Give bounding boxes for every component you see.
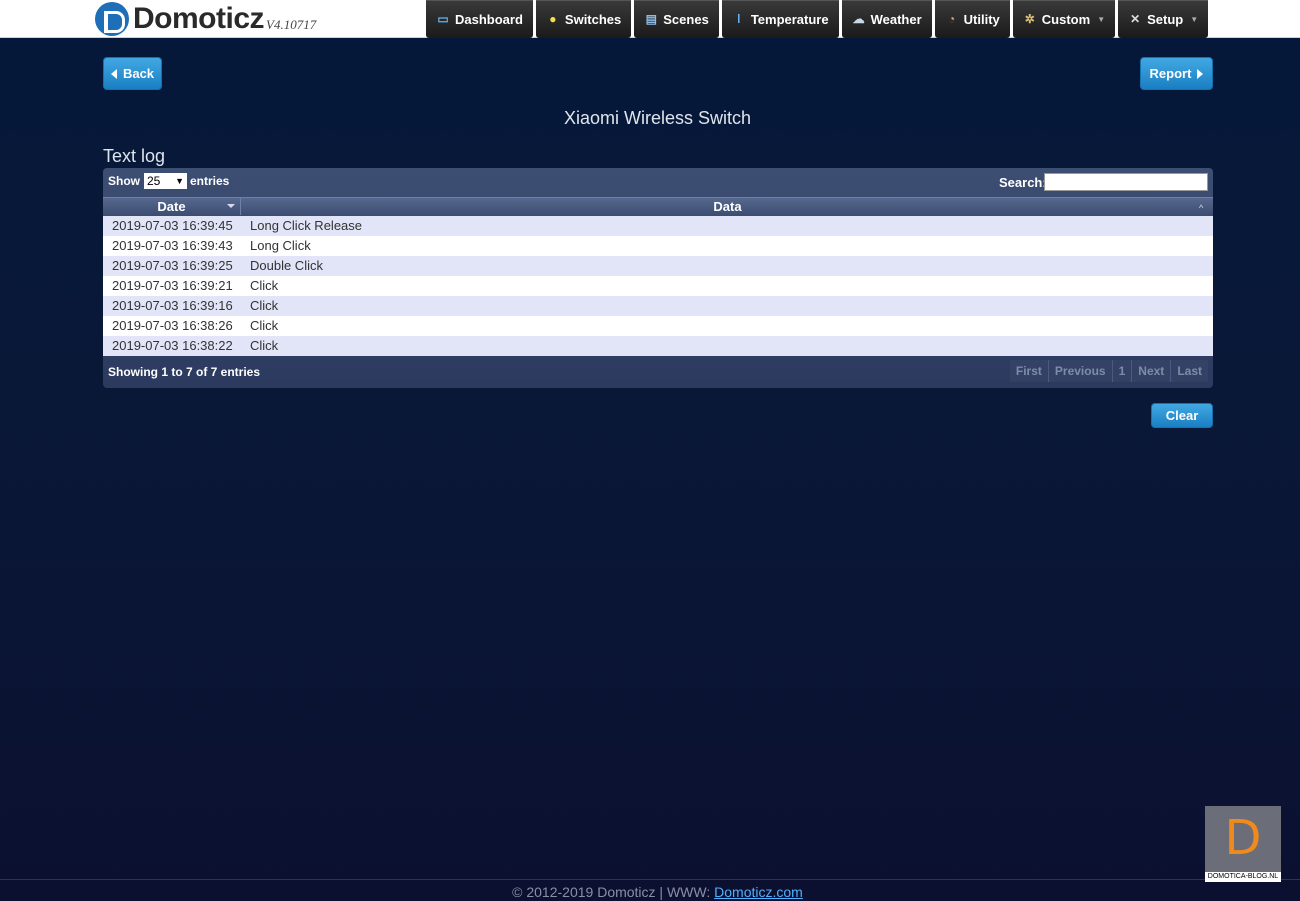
table-info: Showing 1 to 7 of 7 entries [108, 365, 261, 379]
scenes-icon: ▤ [645, 12, 657, 26]
report-button-label: Report [1149, 66, 1192, 81]
logo[interactable]: Domoticz V4.10717 [95, 2, 316, 36]
column-header-label: Data [713, 199, 742, 214]
footer-link[interactable]: Domoticz.com [714, 884, 803, 900]
thermometer-icon: ǀ [737, 12, 741, 26]
arrow-left-icon [110, 68, 117, 79]
nav-scenes[interactable]: ▤ Scenes [634, 0, 719, 38]
gear-icon: ✲ [1024, 12, 1035, 26]
column-header-date[interactable]: Date [103, 198, 241, 215]
nav-dashboard[interactable]: ▭ Dashboard [426, 0, 533, 38]
watermark-logo: D DOMOTICA-BLOG.NL [1205, 806, 1281, 882]
table-row[interactable]: 2019-07-03 16:39:21 Click [103, 276, 1213, 296]
logo-name: Domoticz [133, 2, 265, 35]
show-label: Show [108, 174, 140, 188]
table-row[interactable]: 2019-07-03 16:39:45 Long Click Release [103, 216, 1213, 236]
nav-temperature[interactable]: ǀ Temperature [721, 0, 839, 38]
nav-label: Custom [1041, 11, 1091, 27]
cell-date: 2019-07-03 16:39:25 [112, 258, 233, 273]
nav-weather[interactable]: ☁ Weather [841, 0, 932, 38]
search-label: Search: [999, 175, 1047, 190]
table-row[interactable]: 2019-07-03 16:39:43 Long Click [103, 236, 1213, 256]
nav-label: Scenes [663, 11, 709, 27]
cell-data: Long Click Release [250, 218, 363, 233]
table-header: Date Data ^ [103, 197, 1213, 216]
watermark-text: DOMOTICA-BLOG.NL [1205, 872, 1281, 882]
cell-data: Click [250, 278, 279, 293]
sort-asc-icon: ^ [1199, 203, 1204, 213]
main-nav: ▭ Dashboard ● Switches ▤ Scenes ǀ Temper… [426, 0, 1209, 38]
top-bar: Domoticz V4.10717 ▭ Dashboard ● Switches… [0, 0, 1300, 38]
back-button[interactable]: Back [103, 57, 162, 90]
nav-label: Dashboard [455, 11, 523, 27]
report-button[interactable]: Report [1140, 57, 1213, 90]
cloud-rain-icon: ☁ [852, 12, 865, 26]
nav-label: Switches [564, 11, 622, 27]
lightbulb-icon: ● [549, 12, 557, 26]
utility-icon: ◔ [948, 12, 956, 26]
pager-first[interactable]: First [1010, 360, 1048, 382]
nav-utility[interactable]: ◔ Utility [934, 0, 1010, 38]
table-body: 2019-07-03 16:39:45 Long Click Release 2… [103, 216, 1213, 356]
cell-date: 2019-07-03 16:38:22 [112, 338, 233, 353]
chevron-down-icon: ▼ [1097, 14, 1106, 24]
cell-data: Long Click [250, 238, 311, 253]
footer-text: © 2012-2019 Domoticz | WWW: [512, 884, 711, 900]
domoticz-logo-icon [95, 2, 129, 36]
pager-next[interactable]: Next [1131, 360, 1170, 382]
column-header-data[interactable]: Data [242, 198, 1213, 215]
logo-version: V4.10717 [266, 17, 317, 32]
page-size-select[interactable]: 25 ▼ [144, 173, 187, 189]
chevron-down-icon: ▼ [1190, 14, 1199, 24]
nav-label: Setup [1147, 11, 1184, 27]
entries-label: entries [190, 174, 230, 188]
chevron-down-icon: ▼ [175, 176, 184, 186]
nav-label: Weather [870, 11, 922, 27]
table-row[interactable]: 2019-07-03 16:38:26 Click [103, 316, 1213, 336]
nav-setup[interactable]: ✕ Setup ▼ [1118, 0, 1209, 38]
nav-label: Utility [963, 11, 1000, 27]
nav-custom[interactable]: ✲ Custom ▼ [1012, 0, 1116, 38]
dashboard-icon: ▭ [437, 12, 449, 26]
cell-data: Click [250, 298, 279, 313]
device-title: Xiaomi Wireless Switch [563, 108, 752, 128]
cell-date: 2019-07-03 16:39:43 [112, 238, 233, 253]
table-footer: Showing 1 to 7 of 7 entries First Previo… [103, 356, 1213, 388]
table-row[interactable]: 2019-07-03 16:39:16 Click [103, 296, 1213, 316]
page-size-value: 25 [147, 174, 161, 188]
watermark-letter: D [1224, 810, 1262, 866]
nav-switches[interactable]: ● Switches [535, 0, 632, 38]
sort-desc-icon [227, 204, 235, 208]
nav-label: Temperature [750, 11, 829, 27]
footer: © 2012-2019 Domoticz | WWW: Domoticz.com [0, 884, 1300, 900]
table-row[interactable]: 2019-07-03 16:39:25 Double Click [103, 256, 1213, 276]
back-button-label: Back [122, 66, 155, 81]
cell-date: 2019-07-03 16:39:21 [112, 278, 233, 293]
pager-previous[interactable]: Previous [1047, 360, 1112, 382]
pager-page-1[interactable]: 1 [1111, 360, 1132, 382]
text-log-table: Show 25 ▼ entries Search: Date Data ^ 20… [103, 168, 1213, 388]
column-header-label: Date [157, 199, 186, 214]
table-controls: Show 25 ▼ entries Search: [103, 168, 1213, 197]
clear-button[interactable]: Clear [1151, 403, 1213, 428]
cell-date: 2019-07-03 16:39:16 [112, 298, 233, 313]
table-row[interactable]: 2019-07-03 16:38:22 Click [103, 336, 1213, 356]
footer-divider [0, 879, 1300, 880]
cell-data: Click [250, 318, 279, 333]
pager-last[interactable]: Last [1170, 360, 1208, 382]
cell-date: 2019-07-03 16:39:45 [112, 218, 233, 233]
cell-data: Double Click [250, 258, 323, 273]
search-input[interactable] [1044, 173, 1208, 191]
tools-icon: ✕ [1130, 12, 1141, 26]
clear-button-label: Clear [1165, 408, 1199, 423]
cell-data: Click [250, 338, 279, 353]
cell-date: 2019-07-03 16:38:26 [112, 318, 233, 333]
section-title: Text log [103, 146, 166, 166]
arrow-right-icon [1197, 68, 1204, 79]
pagination: First Previous 1 Next Last [1010, 360, 1208, 382]
